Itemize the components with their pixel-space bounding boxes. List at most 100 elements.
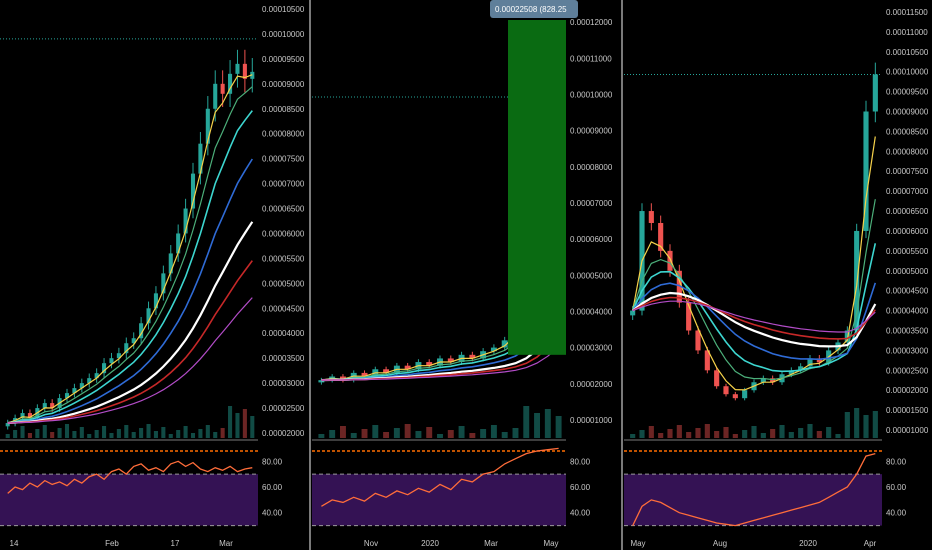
volume-bar xyxy=(190,433,196,438)
volume-bar xyxy=(5,434,10,438)
volume-bar xyxy=(131,432,136,438)
x-tick-label: Nov xyxy=(364,539,378,548)
volume-bar xyxy=(760,433,766,438)
candle-body xyxy=(648,211,654,223)
y-tick-label: 0.00005000 xyxy=(262,279,305,288)
y-tick-label: 0.00007500 xyxy=(886,167,929,176)
x-tick-label: 2020 xyxy=(799,539,817,548)
y-tick-label: 0.00008000 xyxy=(886,147,929,156)
rsi-band xyxy=(312,474,566,526)
x-tick-label: May xyxy=(543,539,558,548)
y-tick-label: 0.00003000 xyxy=(262,379,305,388)
rsi-tick-label: 80.00 xyxy=(262,457,283,466)
y-tick-label: 0.00008000 xyxy=(262,130,305,139)
y-tick-label: 0.00007000 xyxy=(570,199,613,208)
volume-bar xyxy=(318,434,325,438)
y-tick-label: 0.00005000 xyxy=(570,271,613,280)
y-tick-label: 0.00008500 xyxy=(886,127,929,136)
volume-bar xyxy=(826,427,832,438)
y-tick-label: 0.00004500 xyxy=(886,287,929,296)
y-tick-label: 0.00005500 xyxy=(886,247,929,256)
volume-bar xyxy=(168,434,173,438)
y-tick-label: 0.00010000 xyxy=(886,68,929,77)
y-tick-label: 0.00008500 xyxy=(262,105,305,114)
y-tick-label: 0.00009000 xyxy=(262,80,305,89)
candle-body xyxy=(742,390,748,399)
volume-bar xyxy=(788,432,794,438)
y-tick-label: 0.00006500 xyxy=(262,205,305,214)
volume-bar xyxy=(161,427,166,438)
y-tick-label: 0.00004500 xyxy=(262,304,305,313)
volume-bar xyxy=(695,428,701,438)
chart-canvas[interactable]: 0.00010500 0.00010000 0.00009500 0.00009000… xyxy=(0,0,932,550)
y-tick-label: 0.00001000 xyxy=(570,416,613,425)
y-tick-label: 0.00010500 xyxy=(886,48,929,57)
y-tick-label: 0.00002000 xyxy=(886,386,929,395)
volume-bar xyxy=(13,430,18,438)
volume-bar xyxy=(480,429,487,438)
rsi-tick-label: 80.00 xyxy=(570,457,591,466)
panel-separator xyxy=(309,0,311,550)
y-tick-label: 0.00008000 xyxy=(570,163,613,172)
y-tick-label: 0.00003000 xyxy=(886,346,929,355)
rsi-band xyxy=(0,474,258,526)
volume-bar xyxy=(94,430,99,438)
volume-bar xyxy=(458,426,465,438)
volume-bar xyxy=(87,434,92,438)
y-tick-label: 0.00002000 xyxy=(570,380,613,389)
x-tick-label: Aug xyxy=(713,539,727,548)
y-tick-label: 0.00009000 xyxy=(886,108,929,117)
volume-bar xyxy=(742,430,748,438)
y-tick-label: 0.00004000 xyxy=(570,307,613,316)
y-tick-label: 0.00007000 xyxy=(262,180,305,189)
volume-bar xyxy=(35,429,40,438)
y-tick-label: 0.00011500 xyxy=(886,8,928,17)
volume-bar xyxy=(183,426,188,438)
volume-bar xyxy=(555,416,562,438)
candle-body xyxy=(714,370,720,387)
volume-bar xyxy=(57,428,62,438)
volume-bar xyxy=(153,431,158,438)
y-tick-label: 0.00009500 xyxy=(886,88,929,97)
volume-bar xyxy=(676,425,682,438)
rsi-tick-label: 60.00 xyxy=(262,483,283,492)
x-tick-label: May xyxy=(630,539,645,548)
y-tick-label: 0.00003500 xyxy=(262,354,305,363)
candle-body xyxy=(667,250,673,271)
x-tick-label: Apr xyxy=(864,539,877,548)
volume-bar xyxy=(79,427,84,438)
volume-bar xyxy=(228,406,233,438)
candle-body xyxy=(723,386,729,395)
volume-bar xyxy=(176,430,181,438)
y-tick-label: 0.00002500 xyxy=(262,404,305,413)
y-tick-label: 0.00006000 xyxy=(886,227,929,236)
volume-bar xyxy=(426,427,433,438)
y-tick-label: 0.00009500 xyxy=(262,55,305,64)
y-tick-label: 0.00010000 xyxy=(570,90,613,99)
y-tick-label: 0.00004000 xyxy=(262,329,305,338)
volume-bar xyxy=(250,416,255,438)
volume-bar xyxy=(109,433,114,438)
volume-bar xyxy=(64,424,70,438)
volume-bar xyxy=(807,424,813,438)
y-tick-label: 0.00002000 xyxy=(262,429,305,438)
volume-bar xyxy=(469,433,476,438)
volume-bar xyxy=(844,412,850,438)
y-tick-label: 0.00003000 xyxy=(570,344,613,353)
volume-bar xyxy=(393,428,400,438)
volume-bar xyxy=(704,424,710,438)
volume-bar xyxy=(339,426,346,438)
volume-bar xyxy=(242,409,247,438)
candle-body xyxy=(235,63,240,74)
rsi-tick-label: 40.00 xyxy=(886,509,907,518)
volume-bar xyxy=(404,424,411,438)
volume-bar xyxy=(630,434,636,438)
volume-bar xyxy=(648,426,654,438)
rsi-tick-label: 40.00 xyxy=(570,509,591,518)
y-tick-label: 0.00011000 xyxy=(886,28,928,37)
volume-bar xyxy=(512,428,519,438)
volume-bar xyxy=(798,428,804,438)
volume-bar xyxy=(779,425,785,438)
volume-bar xyxy=(490,425,497,438)
volume-bar xyxy=(42,425,47,438)
